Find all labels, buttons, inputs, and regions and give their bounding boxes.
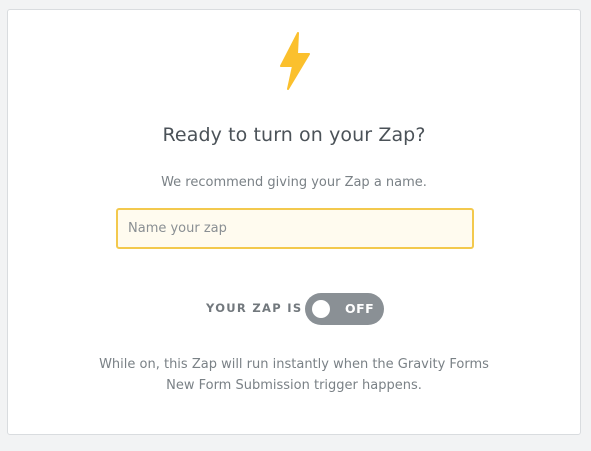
toggle-state-text: OFF [345, 301, 375, 316]
name-recommendation-text: We recommend giving your Zap a name. [161, 175, 427, 190]
zap-status-row: YOUR ZAP IS OFF [8, 293, 580, 325]
toggle-knob [312, 300, 330, 318]
zap-name-input[interactable] [116, 208, 474, 249]
turn-on-zap-card: Ready to turn on your Zap? We recommend … [7, 9, 581, 435]
zap-status-label: YOUR ZAP IS [206, 301, 303, 315]
lightning-bolt-icon [280, 32, 310, 90]
zap-run-description: While on, this Zap will run instantly wh… [8, 354, 580, 396]
description-line-2: New Form Submission trigger happens. [166, 378, 422, 393]
page-title: Ready to turn on your Zap? [162, 124, 426, 146]
zap-on-off-toggle[interactable]: OFF [305, 293, 384, 325]
description-line-1: While on, this Zap will run instantly wh… [99, 357, 489, 372]
